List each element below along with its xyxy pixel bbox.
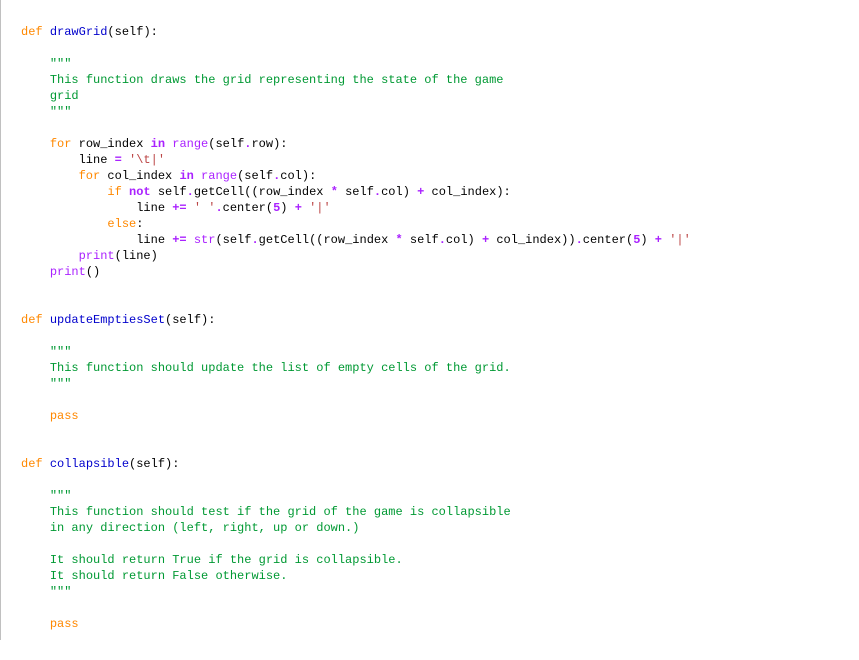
blank-line	[21, 297, 28, 311]
line: pass	[21, 617, 79, 631]
keyword-pass: pass	[50, 409, 79, 423]
blank-line	[21, 601, 28, 615]
line: for col_index in range(self.col):	[21, 169, 316, 183]
keyword-for: for	[79, 169, 101, 183]
blank-line	[21, 329, 28, 343]
keyword-else: else	[107, 217, 136, 231]
line: line += ' '.center(5) + '|'	[21, 201, 331, 215]
blank-line	[21, 41, 28, 55]
line: def collapsible(self):	[21, 457, 179, 471]
docstring-line: grid	[21, 89, 79, 103]
line: else:	[21, 217, 143, 231]
docstring-line: It should return False otherwise.	[21, 569, 287, 583]
line: print(line)	[21, 249, 158, 263]
line: if not self.getCell((row_index * self.co…	[21, 185, 511, 199]
docstring-open: """	[21, 345, 71, 359]
line: pass	[21, 409, 79, 423]
docstring-line: This function should test if the grid of…	[21, 505, 511, 519]
signature: (self):	[165, 313, 215, 327]
blank-line	[21, 425, 28, 439]
blank-line	[21, 473, 28, 487]
blank-line	[21, 281, 28, 295]
string-literal: '|'	[309, 201, 331, 215]
builtin-str: str	[194, 233, 216, 247]
builtin-range: range	[201, 169, 237, 183]
docstring-open: """	[21, 489, 71, 503]
keyword-def: def	[21, 457, 43, 471]
line: line += str(self.getCell((row_index * se…	[21, 233, 691, 247]
docstring-close: """	[21, 377, 71, 391]
signature: (self):	[129, 457, 179, 471]
keyword-not: not	[129, 185, 151, 199]
string-literal: '\t|'	[129, 153, 165, 167]
signature: (self):	[107, 25, 157, 39]
blank-line	[21, 393, 28, 407]
keyword-in: in	[179, 169, 193, 183]
string-literal: ' '	[194, 201, 216, 215]
function-name: drawGrid	[50, 25, 108, 39]
line: def updateEmptiesSet(self):	[21, 313, 215, 327]
line: def drawGrid(self):	[21, 25, 158, 39]
keyword-pass: pass	[50, 617, 79, 631]
docstring-line: This function should update the list of …	[21, 361, 511, 375]
docstring-open: """	[21, 57, 71, 71]
keyword-for: for	[50, 137, 72, 151]
code-block: def drawGrid(self): """ This function dr…	[0, 0, 859, 640]
blank-line	[21, 121, 28, 135]
blank-line	[21, 441, 28, 455]
line: line = '\t|'	[21, 153, 165, 167]
line: for row_index in range(self.row):	[21, 137, 288, 151]
space	[43, 25, 50, 39]
keyword-in: in	[151, 137, 165, 151]
builtin-range: range	[172, 137, 208, 151]
docstring-line: in any direction (left, right, up or dow…	[21, 521, 359, 535]
keyword-def: def	[21, 313, 43, 327]
docstring-line: This function draws the grid representin…	[21, 73, 504, 87]
keyword-def: def	[21, 25, 43, 39]
builtin-print: print	[79, 249, 115, 263]
line: print()	[21, 265, 100, 279]
keyword-if: if	[107, 185, 121, 199]
docstring-close: """	[21, 105, 71, 119]
builtin-print: print	[50, 265, 86, 279]
string-literal: '|'	[669, 233, 691, 247]
function-name: updateEmptiesSet	[50, 313, 165, 327]
docstring-close: """	[21, 585, 71, 599]
docstring-line	[21, 537, 50, 551]
docstring-line: It should return True if the grid is col…	[21, 553, 403, 567]
function-name: collapsible	[50, 457, 129, 471]
